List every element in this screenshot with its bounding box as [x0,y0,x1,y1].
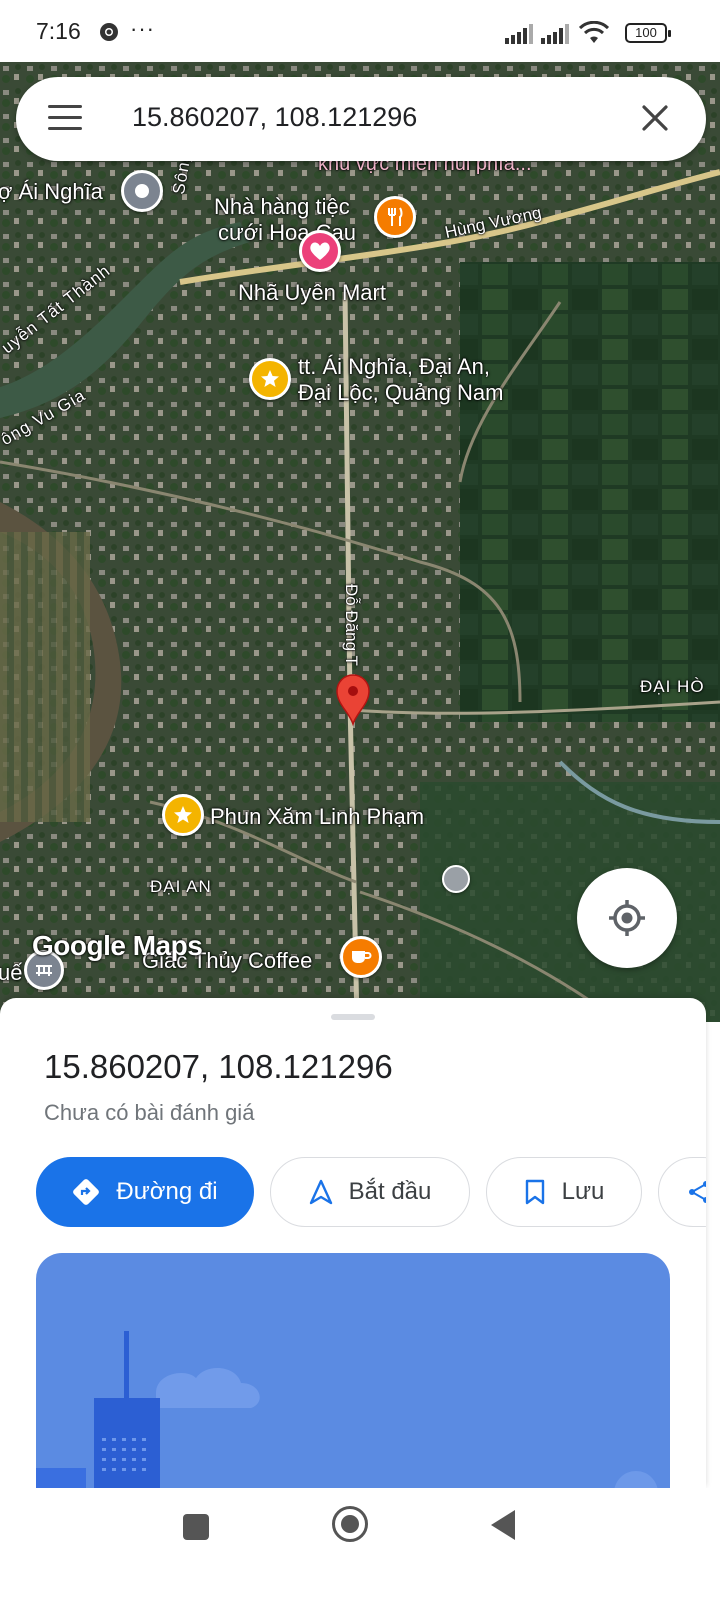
directions-icon [73,1179,100,1205]
map-label-mart: Nhã Uyên Mart [238,280,386,305]
directions-label: Đường đi [116,1178,218,1205]
status-time: 7:16 [36,18,81,44]
coffee-icon[interactable] [340,936,382,978]
status-bar: 7:16 ··· 100 [0,0,720,62]
my-location-button[interactable] [577,868,677,968]
map-label-hue-partial: uế [0,960,23,985]
share-button[interactable] [658,1157,706,1227]
map-label-do-dang-tuyen: Đỗ Đăng T [342,584,361,666]
notification-more-icon: ··· [130,16,155,41]
tattoo-star-icon[interactable] [162,794,204,836]
map-label-town-line2: Đại Lộc, Quảng Nam [298,380,504,405]
action-chips: Đường đi Bắt đầu Lưu [36,1157,706,1227]
start-label: Bắt đầu [348,1178,432,1205]
chrome-icon [100,23,118,41]
heart-shop-icon[interactable] [299,230,341,272]
map-label-ai-nghia-market: ợ Ái Nghĩa [0,179,103,204]
back-button[interactable] [491,1510,515,1540]
place-bottom-sheet[interactable]: 15.860207, 108.121296 Chưa có bài đánh g… [0,998,706,1488]
place-title: 15.860207, 108.121296 [44,1048,393,1085]
menu-icon[interactable] [48,105,82,131]
search-bar[interactable]: 15.860207, 108.121296 [16,77,706,161]
map-label-phun-xam: Phun Xăm Linh Phạm [210,804,425,829]
restaurant-icon[interactable] [374,196,416,238]
start-navigation-button[interactable]: Bắt đầu [270,1157,470,1227]
crosshair-icon [609,900,645,936]
wifi-icon [579,21,609,43]
place-subtitle: Chưa có bài đánh giá [44,1100,255,1125]
landmark-star-icon[interactable] [249,358,291,400]
dropped-pin-icon[interactable] [335,674,371,726]
place-illustration [36,1253,670,1488]
map-label-restaurant-line1: Nhà hàng tiệc [214,194,350,219]
navigation-arrow-icon [309,1179,332,1205]
google-maps-watermark: Google Maps [32,930,203,961]
small-place-dot-icon[interactable] [442,865,470,893]
city-skyline-illustration [36,1331,658,1488]
save-label: Lưu [561,1178,605,1205]
bookmark-icon [525,1179,544,1205]
save-button[interactable]: Lưu [486,1157,642,1227]
search-input[interactable]: 15.860207, 108.121296 [132,102,417,133]
directions-button[interactable]: Đường đi [36,1157,254,1227]
map-label-town-line1: tt. Ái Nghĩa, Đại An, [298,354,490,379]
signal-icon-2 [541,24,569,44]
home-button[interactable] [332,1506,368,1542]
share-icon [689,1181,706,1203]
close-icon[interactable] [640,103,670,133]
signal-icon [505,24,533,44]
battery-icon: 100 [625,23,671,43]
drag-handle[interactable] [331,1014,375,1020]
recent-apps-button[interactable] [183,1514,209,1540]
map-label-dai-an: ĐẠI AN [150,877,212,896]
system-nav-bar [0,1488,720,1600]
place-pin-icon[interactable] [121,170,163,212]
map-label-dai-hoa: ĐẠI HÒ [640,677,705,696]
